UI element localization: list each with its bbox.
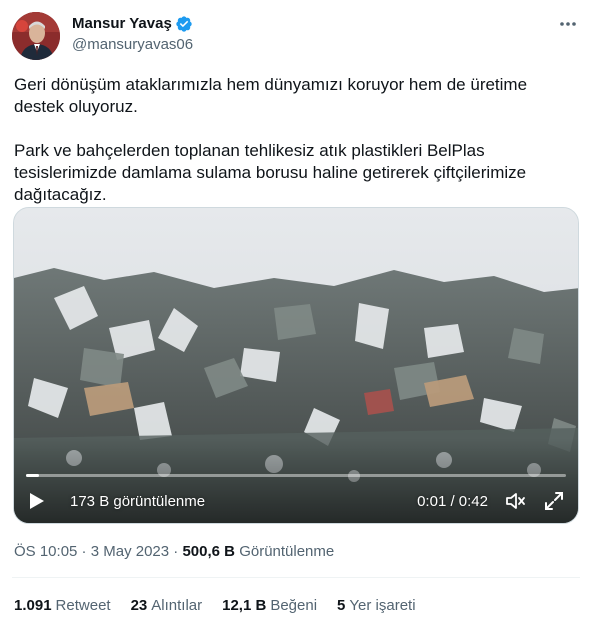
stat-likes[interactable]: 12,1 B Beğeni xyxy=(222,596,317,616)
stat-number: 12,1 B xyxy=(222,597,267,614)
stat-label: Yer işareti xyxy=(349,597,416,614)
avatar[interactable] xyxy=(12,12,60,60)
tweet-paragraph: Park ve bahçelerden toplanan tehlikesiz … xyxy=(14,141,527,204)
engagement-stats: 1.091 Retweet 23 Alıntılar 12,1 B Beğeni 5Y… xyxy=(14,596,436,616)
volume-icon[interactable] xyxy=(504,489,528,513)
tweet-date[interactable]: 3 May 2023 xyxy=(91,543,169,560)
tweet-time[interactable]: ÖS 10:05 xyxy=(14,543,77,560)
stat-label: Beğeni xyxy=(270,597,318,614)
video-progress-bar[interactable] xyxy=(26,474,566,477)
author-name-text[interactable]: Mansur Yavaş xyxy=(72,14,172,34)
tweet-views-count: 500,6 B xyxy=(182,543,236,560)
video-views-label: 173 B görüntülenme xyxy=(70,492,206,510)
verified-badge-icon xyxy=(176,16,192,32)
fullscreen-icon[interactable] xyxy=(542,489,566,513)
video-controls: 173 B görüntülenme 0:01 / 0:42 xyxy=(14,479,578,523)
tweet-paragraph: Geri dönüşüm ataklarımızla hem dünyamızı… xyxy=(14,75,528,116)
stat-label: Alıntılar xyxy=(151,597,203,614)
video-player[interactable]: 173 B görüntülenme 0:01 / 0:42 xyxy=(13,207,579,524)
video-progress-fill xyxy=(26,474,39,477)
stat-quotes[interactable]: 23 Alıntılar xyxy=(131,596,203,616)
tweet-card: Mansur Yavaş @mansuryavas06 Geri dönüşüm… xyxy=(0,0,592,624)
stat-label: Retweet xyxy=(55,597,111,614)
divider xyxy=(12,577,580,578)
stat-bookmarks[interactable]: 5 Yer işareti xyxy=(337,596,416,616)
tweet-text: Geri dönüşüm ataklarımızla hem dünyamızı… xyxy=(14,74,574,206)
more-options-icon[interactable] xyxy=(558,14,578,34)
author-name[interactable]: Mansur Yavaş xyxy=(72,14,193,34)
stat-number: 23 xyxy=(130,597,148,614)
stat-retweets[interactable]: 1.091 Retweet xyxy=(14,596,111,616)
play-icon[interactable] xyxy=(26,490,48,512)
stat-number: 1.091 xyxy=(14,597,52,614)
tweet-views-label: Görüntülenme xyxy=(239,543,335,560)
tweet-meta: ÖS 10:05 · 3 May 2023 · 500,6 B Görüntül… xyxy=(14,543,335,560)
video-time-label: 0:01 / 0:42 xyxy=(417,492,488,510)
author-handle[interactable]: @mansuryavas06 xyxy=(72,35,193,55)
stat-number: 5 xyxy=(337,597,346,614)
